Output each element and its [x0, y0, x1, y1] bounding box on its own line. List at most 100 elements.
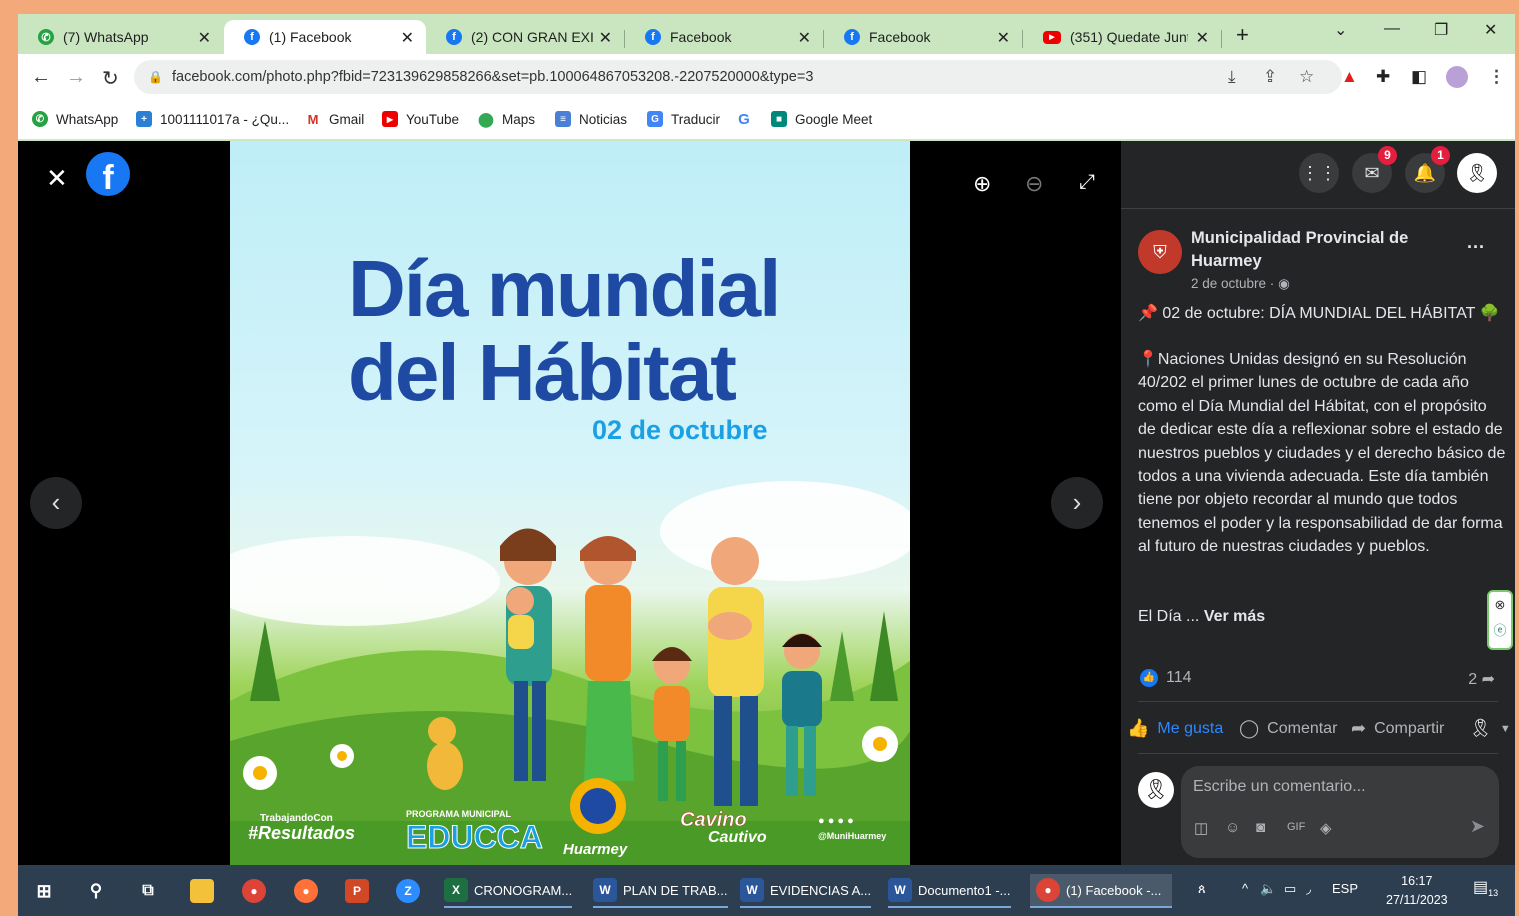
- bookmark-youtube[interactable]: ▶ YouTube: [382, 111, 459, 127]
- pdf-extension-icon[interactable]: ▲: [1341, 67, 1358, 87]
- avatar-sticker-icon[interactable]: ◈: [1320, 819, 1332, 837]
- tab-whatsapp[interactable]: ✆ (7) WhatsApp ✕: [18, 20, 223, 54]
- close-icon[interactable]: ✕: [599, 28, 612, 48]
- previous-photo-button[interactable]: ‹: [30, 477, 82, 529]
- close-icon[interactable]: ✕: [401, 28, 414, 48]
- battery-icon[interactable]: ▭: [1284, 881, 1296, 897]
- ribbon-avatar-icon: 🎗: [1469, 718, 1492, 738]
- taskbar-app-word-plan[interactable]: W PLAN DE TRAB...: [593, 874, 728, 908]
- comment-input[interactable]: [1193, 778, 1483, 796]
- powerpoint-button[interactable]: P: [345, 874, 375, 908]
- file-explorer-button[interactable]: [190, 874, 220, 908]
- close-viewer-icon[interactable]: ✕: [46, 163, 68, 194]
- facebook-logo[interactable]: f: [86, 152, 130, 196]
- volume-icon[interactable]: 🔈: [1260, 881, 1276, 897]
- bookmark-google[interactable]: G: [736, 111, 760, 128]
- zoom-in-icon[interactable]: ⊕: [973, 171, 991, 197]
- google-icon: G: [736, 111, 752, 128]
- account-avatar[interactable]: 🎗: [1457, 153, 1497, 193]
- install-app-icon[interactable]: ⤓: [1228, 67, 1236, 87]
- forward-arrow-icon[interactable]: →: [66, 66, 86, 89]
- system-clock[interactable]: 16:17 27/11/2023: [1386, 872, 1448, 910]
- tray-chevron-up-icon[interactable]: ^: [1242, 881, 1248, 896]
- close-icon[interactable]: ✕: [997, 28, 1010, 48]
- wifi-icon[interactable]: ◞: [1306, 881, 1311, 897]
- extensions-puzzle-icon[interactable]: ✚: [1376, 67, 1390, 87]
- tab-facebook-active[interactable]: f (1) Facebook ✕: [224, 20, 426, 54]
- minimize-button[interactable]: —: [1384, 20, 1400, 38]
- browser-toolbar: ← → ↻ 🔒 facebook.com/photo.php?fbid=7231…: [18, 54, 1515, 100]
- language-indicator[interactable]: ESP: [1332, 881, 1358, 896]
- sticker-icon[interactable]: ◫: [1194, 819, 1208, 837]
- bookmark-label: WhatsApp: [56, 111, 119, 127]
- extension-e-icon[interactable]: ⓔ: [1489, 618, 1511, 644]
- menu-kebab-icon[interactable]: ⋮: [1488, 67, 1505, 87]
- gif-icon[interactable]: GIF: [1287, 821, 1305, 833]
- tab-title: (1) Facebook: [269, 29, 352, 45]
- tab-facebook-4[interactable]: f Facebook ✕: [824, 20, 1022, 54]
- page-avatar[interactable]: ⛨: [1138, 230, 1182, 274]
- tab-youtube[interactable]: ▶ (351) Quedate Junto ✕: [1023, 20, 1221, 54]
- close-icon[interactable]: ✕: [198, 28, 211, 48]
- start-button[interactable]: ⊞: [32, 874, 62, 908]
- tab-facebook-2[interactable]: f (2) CON GRAN EXITO ✕: [426, 20, 624, 54]
- taskbar-app-word-evidencias[interactable]: W EVIDENCIAS A...: [740, 874, 872, 908]
- page-name-link[interactable]: Municipalidad Provincial de Huarmey: [1191, 227, 1421, 273]
- close-icon[interactable]: ✕: [1196, 28, 1209, 48]
- fullscreen-icon[interactable]: ⤢: [1079, 171, 1095, 194]
- bookmark-1001111017a[interactable]: +1001111017a - ¿Qu...: [136, 111, 289, 127]
- word-icon: W: [740, 878, 764, 902]
- menu-grid-icon[interactable]: ⋮⋮: [1299, 153, 1339, 193]
- task-view-button[interactable]: ⧉: [136, 874, 166, 908]
- firefox-button[interactable]: ●: [294, 874, 324, 908]
- post-date[interactable]: 2 de octubre · ◉: [1191, 276, 1290, 292]
- reaction-profile-selector[interactable]: 🎗 ▼: [1469, 718, 1511, 739]
- tab-facebook-3[interactable]: f Facebook ✕: [625, 20, 823, 54]
- share-button[interactable]: ➦ Compartir: [1351, 718, 1444, 739]
- notification-center-icon[interactable]: ▤13: [1473, 877, 1498, 898]
- bookmark-google-meet[interactable]: ■ Google Meet: [771, 111, 872, 127]
- more-options-icon[interactable]: ···: [1467, 237, 1485, 258]
- close-icon[interactable]: ⊗: [1489, 592, 1511, 618]
- bookmark-maps[interactable]: ⬤ Maps: [478, 111, 535, 127]
- side-panel-icon[interactable]: ◧: [1411, 67, 1427, 87]
- post-title-text: 02 de octubre: DÍA MUNDIAL DEL HÁBITAT: [1162, 305, 1476, 322]
- profile-avatar[interactable]: [1446, 66, 1468, 88]
- see-more-link[interactable]: Ver más: [1204, 608, 1265, 625]
- bookmark-traducir[interactable]: G Traducir: [647, 111, 720, 127]
- close-icon[interactable]: ✕: [798, 28, 811, 48]
- like-count[interactable]: 👍 114: [1140, 669, 1192, 687]
- photo-title-line1: Día mundial: [348, 244, 781, 333]
- zoom-button[interactable]: Z: [396, 874, 426, 908]
- share-count[interactable]: 2 ➦: [1468, 669, 1495, 689]
- taskbar-app-chrome-facebook[interactable]: ● (1) Facebook -...: [1030, 874, 1172, 908]
- comment-button[interactable]: ◯ Comentar: [1239, 718, 1337, 739]
- send-icon[interactable]: ➤: [1470, 816, 1485, 837]
- excel-icon: X: [444, 878, 468, 902]
- zoom-out-icon[interactable]: ⊖: [1025, 171, 1043, 197]
- like-button[interactable]: 👍 Me gusta: [1127, 718, 1223, 739]
- back-arrow-icon[interactable]: ←: [31, 66, 51, 89]
- next-photo-button[interactable]: ›: [1051, 477, 1103, 529]
- close-window-button[interactable]: ✕: [1484, 20, 1497, 40]
- people-icon[interactable]: ጰ: [1198, 881, 1206, 897]
- tab-bar: ✆ (7) WhatsApp ✕ f (1) Facebook ✕ f (2) …: [18, 14, 1515, 54]
- bookmark-noticias[interactable]: ≡ Noticias: [555, 111, 627, 127]
- taskbar-app-excel[interactable]: X CRONOGRAM...: [444, 874, 573, 908]
- new-tab-button[interactable]: +: [1236, 22, 1249, 48]
- bookmark-gmail[interactable]: M Gmail: [305, 111, 364, 127]
- extension-overlay[interactable]: ⊗ ⓔ: [1487, 590, 1513, 650]
- bookmark-whatsapp[interactable]: ✆ WhatsApp: [32, 111, 118, 127]
- taskbar-app-word-documento[interactable]: W Documento1 -...: [888, 874, 1011, 908]
- commenter-avatar[interactable]: 🎗: [1138, 772, 1174, 808]
- chrome-button[interactable]: ●: [242, 874, 272, 908]
- reload-icon[interactable]: ↻: [102, 66, 119, 91]
- camera-icon[interactable]: ◙: [1256, 819, 1265, 836]
- share-icon[interactable]: ⇪: [1263, 67, 1277, 87]
- search-button[interactable]: ⚲: [84, 874, 114, 908]
- tab-search-chevron-icon[interactable]: ⌄: [1334, 20, 1347, 40]
- star-bookmark-icon[interactable]: ☆: [1299, 67, 1314, 87]
- address-bar[interactable]: 🔒 facebook.com/photo.php?fbid=7231396298…: [134, 60, 1342, 94]
- restore-button[interactable]: ❐: [1434, 20, 1448, 40]
- emoji-icon[interactable]: ☺: [1225, 819, 1240, 836]
